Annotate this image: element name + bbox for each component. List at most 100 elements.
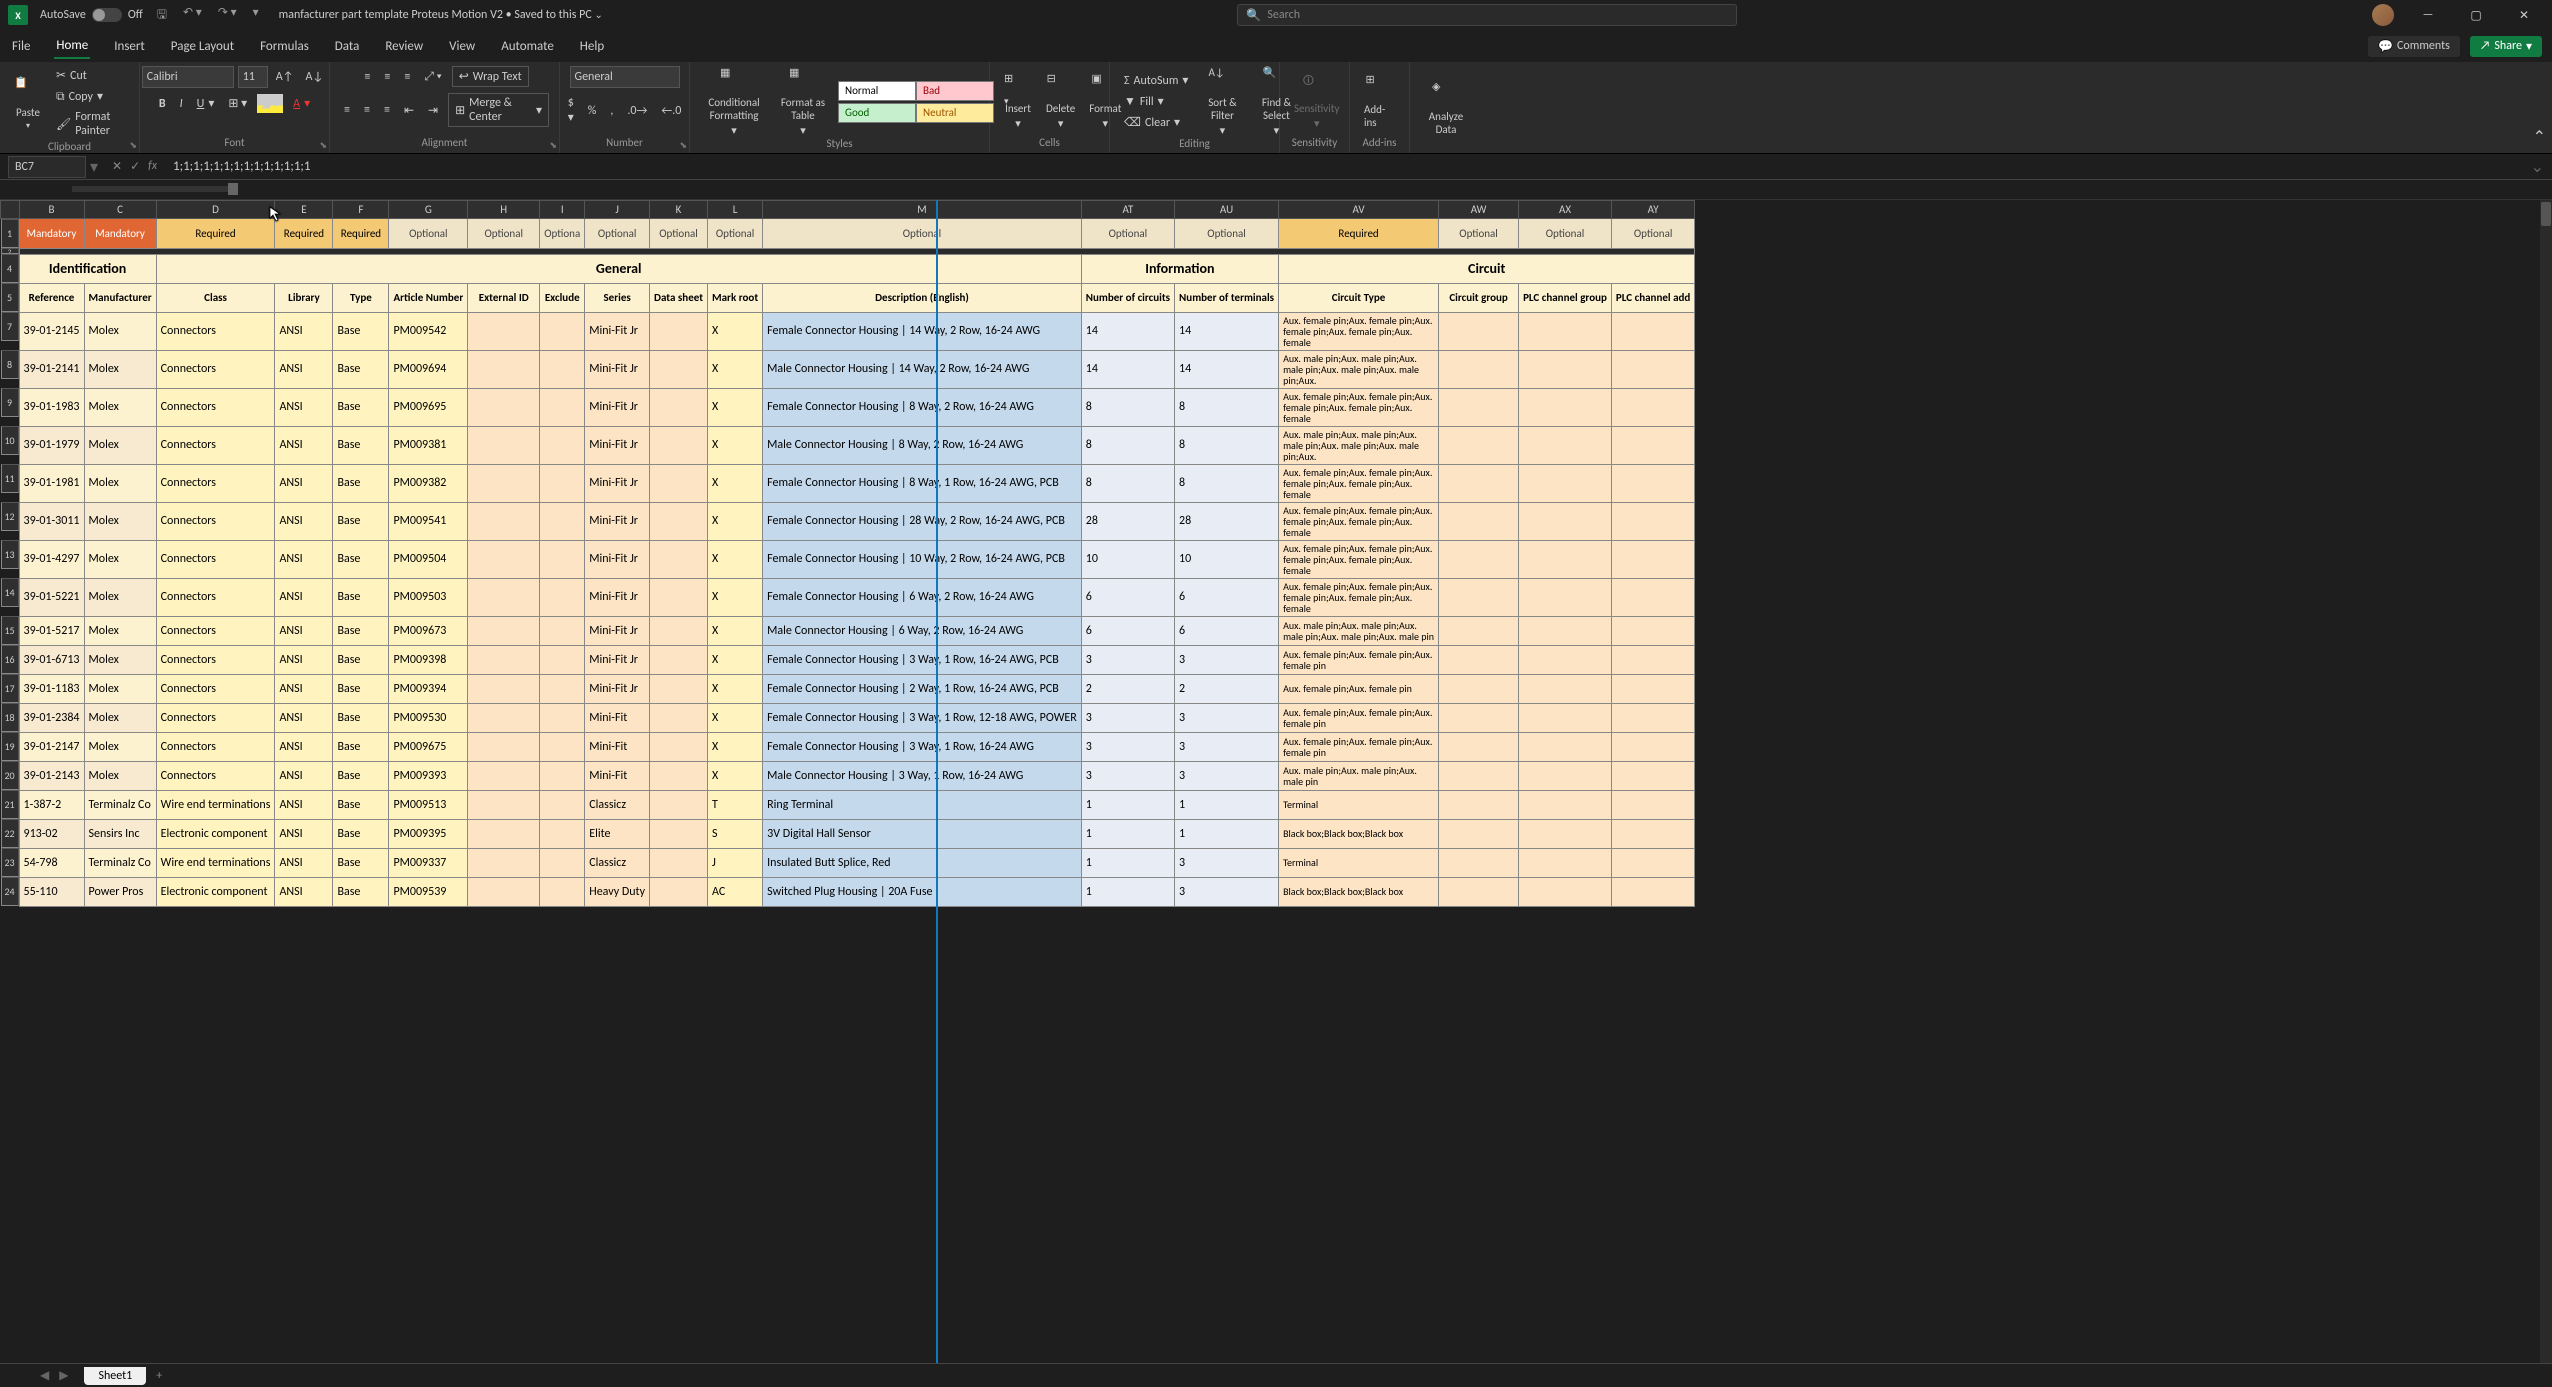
cell-external-id[interactable] [468, 703, 540, 732]
cell-description[interactable]: Female Connector Housing | 28 Way, 2 Row… [763, 502, 1082, 540]
field-header[interactable]: Manufacturer [84, 283, 156, 312]
cell-description[interactable]: 3V Digital Hall Sensor [763, 819, 1082, 848]
cell-series[interactable]: Mini-Fit Jr [585, 674, 650, 703]
cell-mark-root[interactable]: X [708, 502, 763, 540]
cell-mark-root[interactable]: X [708, 388, 763, 426]
tab-automate[interactable]: Automate [499, 35, 556, 58]
cell-plc-channel-add[interactable] [1611, 674, 1694, 703]
qat-customize-icon[interactable]: ▾ [253, 5, 259, 26]
cell-exclude[interactable] [540, 732, 585, 761]
cell-reference[interactable]: 39-01-1981 [19, 464, 84, 502]
cell-type[interactable]: Base [333, 819, 389, 848]
close-button[interactable]: ✕ [2510, 5, 2538, 25]
alignment-launcher-icon[interactable]: ⬊ [549, 140, 557, 151]
cell-reference[interactable]: 39-01-5217 [19, 616, 84, 645]
cell-series[interactable]: Mini-Fit Jr [585, 540, 650, 578]
field-header[interactable]: 5 [1, 283, 19, 312]
field-header[interactable]: Circuit Type [1279, 283, 1439, 312]
cell-circuits[interactable]: 1 [1081, 848, 1174, 877]
cell-series[interactable]: Mini-Fit [585, 703, 650, 732]
field-header[interactable]: Exclude [540, 283, 585, 312]
cell-series[interactable]: Mini-Fit Jr [585, 578, 650, 616]
cell-reference[interactable]: 39-01-2147 [19, 732, 84, 761]
font-name-select[interactable] [142, 66, 234, 88]
column-header-G[interactable]: G [389, 201, 468, 219]
cut-button[interactable]: ✂ Cut [52, 66, 129, 85]
cell-library[interactable]: ANSI [275, 877, 333, 906]
cell-external-id[interactable] [468, 426, 540, 464]
tab-help[interactable]: Help [578, 35, 606, 58]
cell-terminals[interactable]: 10 [1175, 540, 1279, 578]
cell-class[interactable]: Connectors [156, 616, 275, 645]
cell-description[interactable]: Male Connector Housing | 14 Way, 2 Row, … [763, 350, 1082, 388]
column-header-AV[interactable]: AV [1279, 201, 1439, 219]
font-launcher-icon[interactable]: ⬊ [319, 140, 327, 151]
cell-class[interactable]: Wire end terminations [156, 790, 275, 819]
field-header[interactable]: Mark root [708, 283, 763, 312]
cell-circuits[interactable]: 1 [1081, 877, 1174, 906]
cell-type[interactable]: Base [333, 350, 389, 388]
cell-circuits[interactable]: 14 [1081, 312, 1174, 350]
cell-library[interactable]: ANSI [275, 540, 333, 578]
cell-manufacturer[interactable]: Molex [84, 540, 156, 578]
cell-datasheet[interactable] [650, 703, 708, 732]
tag-cell[interactable]: Optional [1519, 219, 1612, 249]
cell-terminals[interactable]: 3 [1175, 732, 1279, 761]
style-neutral[interactable]: Neutral [916, 103, 994, 123]
cell-series[interactable]: Mini-Fit Jr [585, 350, 650, 388]
column-header-I[interactable]: I [540, 201, 585, 219]
vertical-scrollbar[interactable] [2540, 200, 2552, 1363]
cell-circuits[interactable]: 8 [1081, 426, 1174, 464]
cell-circuits[interactable]: 14 [1081, 350, 1174, 388]
cell-plc-channel-group[interactable] [1519, 848, 1612, 877]
cell-exclude[interactable] [540, 645, 585, 674]
cell-class[interactable]: Connectors [156, 761, 275, 790]
cell-datasheet[interactable] [650, 732, 708, 761]
cell-mark-root[interactable]: S [708, 819, 763, 848]
cell-plc-channel-group[interactable] [1519, 502, 1612, 540]
indent-decrease-icon[interactable]: ⇤ [400, 101, 418, 120]
cell-reference[interactable]: 39-01-2384 [19, 703, 84, 732]
cell-plc-channel-group[interactable] [1519, 350, 1612, 388]
cell-reference[interactable]: 39-01-1183 [19, 674, 84, 703]
cell-article[interactable]: PM009530 [389, 703, 468, 732]
cell-series[interactable]: Classicz [585, 848, 650, 877]
column-header-corner[interactable] [1, 201, 20, 219]
delete-cells-button[interactable]: ⊟Delete▾ [1042, 72, 1079, 130]
cell-external-id[interactable] [468, 819, 540, 848]
cell-circuit-group[interactable] [1439, 616, 1519, 645]
cell-class[interactable]: Connectors [156, 674, 275, 703]
tag-cell[interactable]: Optional [1439, 219, 1519, 249]
cell-series[interactable]: Mini-Fit Jr [585, 312, 650, 350]
table-row[interactable]: 1339-01-4297MolexConnectorsANSIBasePM009… [1, 540, 1695, 578]
cell-description[interactable]: Female Connector Housing | 6 Way, 2 Row,… [763, 578, 1082, 616]
cell-datasheet[interactable] [650, 819, 708, 848]
insert-cells-button[interactable]: ⊞Insert▾ [1000, 72, 1036, 130]
cell-mark-root[interactable]: X [708, 616, 763, 645]
cell-terminals[interactable]: 3 [1175, 703, 1279, 732]
share-button[interactable]: ↗ Share ▾ [2470, 36, 2542, 57]
cell-circuit-group[interactable] [1439, 464, 1519, 502]
cell-manufacturer[interactable]: Molex [84, 312, 156, 350]
cell-mark-root[interactable]: X [708, 732, 763, 761]
cell-plc-channel-group[interactable] [1519, 674, 1612, 703]
table-row[interactable]: 1639-01-6713MolexConnectorsANSIBasePM009… [1, 645, 1695, 674]
cell-article[interactable]: PM009398 [389, 645, 468, 674]
cell-terminals[interactable]: 2 [1175, 674, 1279, 703]
cell-exclude[interactable] [540, 616, 585, 645]
name-box[interactable] [8, 156, 86, 178]
cell-class[interactable]: Connectors [156, 578, 275, 616]
clear-button[interactable]: ⌫ Clear ▾ [1120, 113, 1192, 132]
cell-reference[interactable]: 39-01-1983 [19, 388, 84, 426]
cell-reference[interactable]: 39-01-2145 [19, 312, 84, 350]
cell-circuit-group[interactable] [1439, 819, 1519, 848]
cell-datasheet[interactable] [650, 761, 708, 790]
cell-plc-channel-group[interactable] [1519, 616, 1612, 645]
cell-manufacturer[interactable]: Molex [84, 464, 156, 502]
table-row[interactable]: 211-387-2Terminalz CoWire end terminatio… [1, 790, 1695, 819]
cell-description[interactable]: Female Connector Housing | 8 Way, 2 Row,… [763, 388, 1082, 426]
merge-center-button[interactable]: ⊞ Merge & Center ▾ [448, 93, 549, 127]
cell-circuit-type[interactable]: Aux. male pin;Aux. male pin;Aux. male pi… [1279, 350, 1439, 388]
cell-mark-root[interactable]: J [708, 848, 763, 877]
bold-button[interactable]: B [155, 94, 170, 113]
